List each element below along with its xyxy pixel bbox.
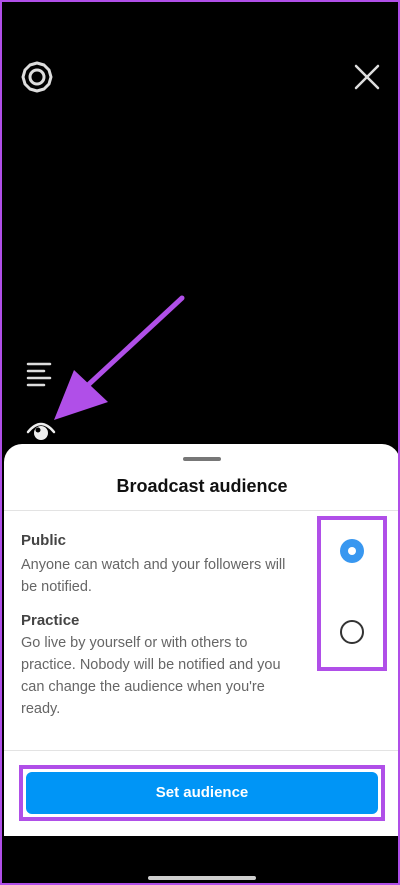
- option-description: Anyone can watch and your followers will…: [21, 557, 286, 595]
- close-button[interactable]: [352, 62, 382, 92]
- broadcast-audience-sheet: Broadcast audience Public Anyone can wat…: [4, 444, 398, 836]
- gear-icon: [21, 61, 53, 93]
- sheet-title: Broadcast audience: [116, 476, 288, 496]
- sheet-handle[interactable]: [183, 457, 221, 461]
- home-indicator: [148, 876, 256, 880]
- option-title: Practice: [21, 612, 80, 629]
- option-title: Public: [21, 532, 67, 549]
- set-audience-button[interactable]: Set audience: [26, 772, 378, 814]
- annotation-arrow: [54, 295, 185, 420]
- title-divider: [4, 510, 398, 511]
- option-description: Go live by yourself or with others to pr…: [21, 635, 281, 717]
- close-icon: [354, 64, 380, 90]
- button-divider: [4, 750, 398, 751]
- settings-button[interactable]: [20, 60, 54, 94]
- annotation-highlight-radios: [317, 516, 387, 671]
- screen-frame: Broadcast audience Public Anyone can wat…: [0, 0, 400, 885]
